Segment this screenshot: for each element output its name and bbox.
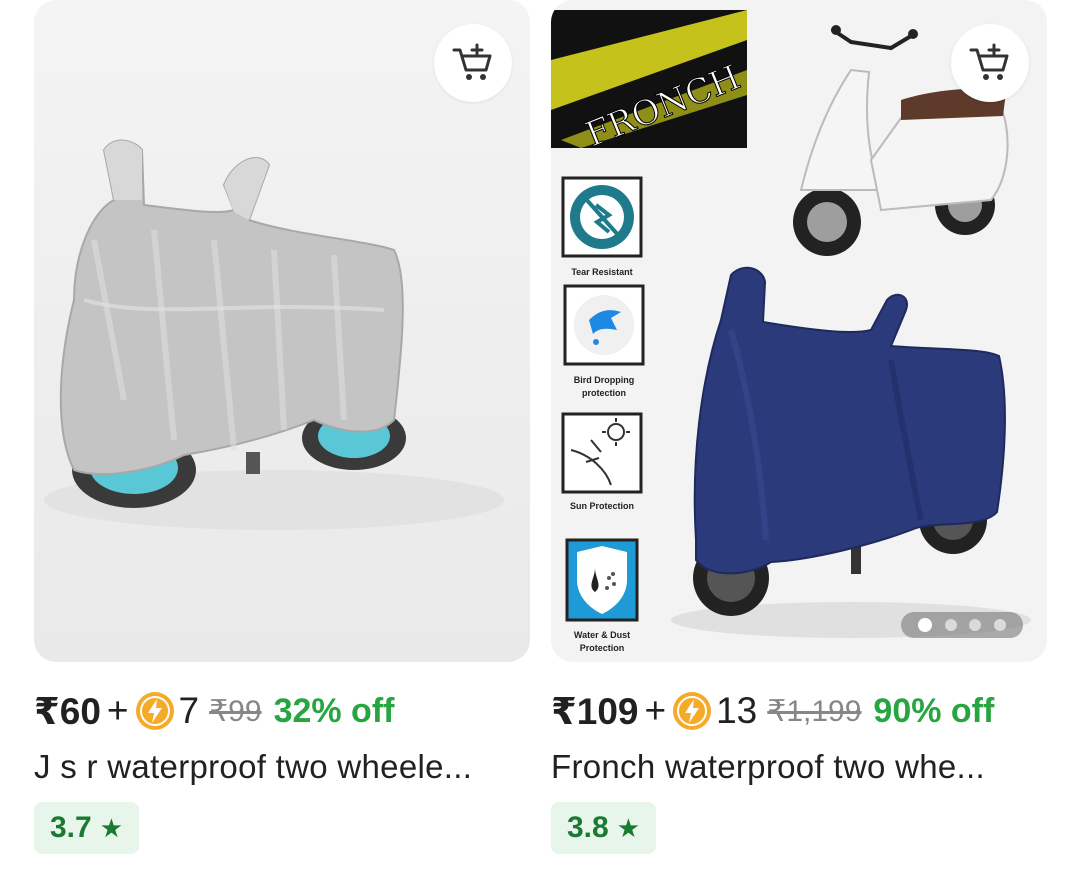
add-to-cart-button[interactable] [951,24,1029,102]
carousel-indicator[interactable] [901,612,1023,638]
rating-value: 3.7 [50,811,92,844]
supercoin-icon [673,692,712,730]
bike-cover-illustration [44,139,504,530]
rating-value: 3.8 [567,811,609,844]
price-row: ₹60 + 7 ₹99 32% off [34,686,394,736]
price-row: ₹109 + 13 ₹1,199 90% off [551,686,994,736]
discount-badge: 32% off [273,691,395,730]
original-price: ₹1,199 [767,694,862,728]
star-icon: ★ [616,812,641,843]
rating-badge: 3.7 ★ [34,802,140,854]
feature-label: Protection [580,643,625,653]
selling-price: ₹60 [34,690,101,732]
feature-label: Water & Dust [574,630,630,640]
sun-protection-icon [561,412,643,494]
product-image[interactable] [34,0,530,662]
selling-price: ₹109 [551,690,639,732]
carousel-dot[interactable] [994,619,1007,631]
supercoin-icon [135,692,174,730]
product-title[interactable]: Fronch waterproof two whe... [551,748,1047,786]
discount-badge: 90% off [873,691,995,730]
carousel-dot[interactable] [944,619,957,631]
carousel-dot[interactable] [917,618,932,632]
add-to-cart-icon [452,43,492,80]
original-price: ₹99 [209,694,262,728]
feature-label: protection [582,388,626,398]
product-card[interactable]: ₹60 + 7 ₹99 32% off J s r waterproof two… [34,0,530,873]
star-icon: ★ [99,812,124,843]
supercoin-count: 7 [178,690,200,731]
carousel-dot[interactable] [969,619,982,631]
product-card[interactable]: FRONCH Tear Resistant Bird Dropping prot… [551,0,1047,873]
add-to-cart-button[interactable] [434,24,512,102]
supercoin-count: 13 [716,690,758,731]
feature-label: Sun Protection [570,501,634,511]
product-title[interactable]: J s r waterproof two wheele... [34,748,530,786]
feature-label: Bird Dropping [574,375,635,385]
add-to-cart-icon [969,43,1009,80]
plus-sign: + [644,690,667,731]
plus-sign: + [106,690,129,731]
feature-label: Tear Resistant [571,267,632,277]
water-dust-icon [565,538,639,622]
bike-cover-illustration: FRONCH Tear Resistant Bird Dropping prot… [551,10,1031,653]
tear-resistant-icon [561,176,643,258]
bird-dropping-icon [563,284,645,366]
rating-badge: 3.8 ★ [551,802,657,854]
product-image[interactable]: FRONCH Tear Resistant Bird Dropping prot… [551,0,1047,662]
